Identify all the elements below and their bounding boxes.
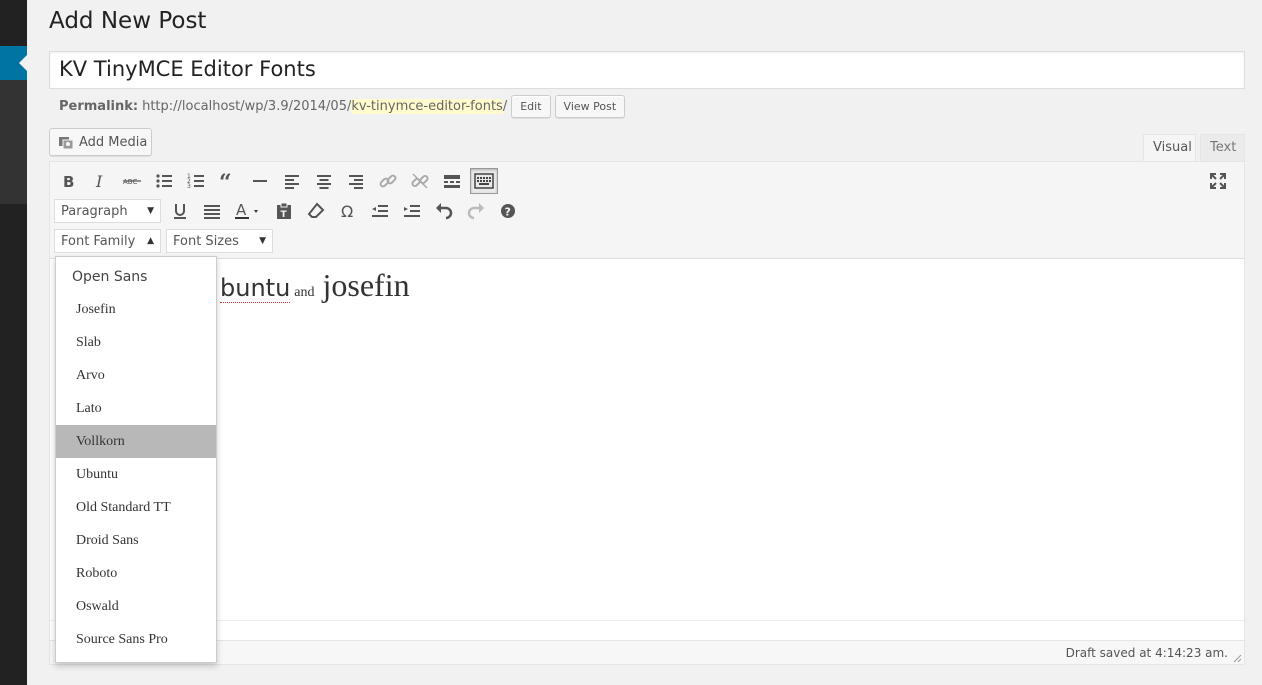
underline-icon[interactable] [166,198,194,224]
font-sizes-label: Font Sizes [173,233,239,249]
tab-text[interactable]: Text [1200,134,1245,162]
help-icon[interactable]: ? [494,198,522,224]
numbered-list-icon[interactable]: 123 [182,168,210,194]
unlink-icon[interactable] [406,168,434,194]
admin-menu-current-item[interactable] [0,46,27,80]
permalink-suffix: / [502,98,508,114]
content-word-ubuntu: buntu [220,274,291,303]
svg-text:“: “ [219,171,232,191]
align-left-icon[interactable] [278,168,306,194]
view-post-button[interactable]: View Post [554,94,626,118]
toolbar-row-1: B I ABC 123 “ [54,167,502,195]
special-char-icon[interactable]: Ω [334,198,362,224]
bullet-list-icon[interactable] [150,168,178,194]
font-option[interactable]: Slab [56,326,216,359]
permalink-label: Permalink: [59,98,139,114]
font-option[interactable]: Droid Sans [56,524,216,557]
font-option[interactable]: Josefin [56,293,216,326]
format-select-value: Paragraph [61,203,128,219]
add-media-label: Add Media [79,134,148,150]
permalink-slug[interactable]: kv-tinymce-editor-fonts [351,98,503,114]
toolbar-toggle-icon[interactable] [470,168,498,194]
media-icon [58,134,74,150]
svg-text:T: T [281,210,288,220]
chevron-up-icon: ▲ [147,236,154,246]
svg-text:I: I [95,172,103,191]
link-icon[interactable] [374,168,402,194]
editor-toolbar: B I ABC 123 “ Paragraph ▼ A T Ω ? Font F… [50,162,1244,259]
text-color-icon[interactable]: A [230,198,266,224]
post-editor: B I ABC 123 “ Paragraph ▼ A T Ω ? Font F… [49,161,1245,665]
fullscreen-icon[interactable] [1204,168,1232,194]
svg-text:Ω: Ω [341,202,353,221]
align-center-icon[interactable] [310,168,338,194]
draft-saved-status: Draft saved at 4:14:23 am. [1065,645,1228,660]
font-option[interactable]: Arvo [56,359,216,392]
outdent-icon[interactable] [366,198,394,224]
redo-icon[interactable] [462,198,490,224]
font-option[interactable]: Source Sans Pro [56,623,216,656]
font-option[interactable]: Old Standard TT [56,491,216,524]
chevron-down-icon: ▼ [147,206,154,216]
svg-text:B: B [63,173,74,191]
add-media-button[interactable]: Add Media [49,128,152,156]
content-word-and: and [294,285,315,300]
bold-icon[interactable]: B [54,168,82,194]
toolbar-row-3: Font Family ▲ Font Sizes ▼ [54,227,278,255]
font-option[interactable]: Ubuntu [56,458,216,491]
font-option-list: Josefin Slab Arvo Lato Vollkorn Ubuntu O… [56,293,216,656]
read-more-icon[interactable] [438,168,466,194]
editor-path-bar [50,620,1244,640]
undo-icon[interactable] [430,198,458,224]
font-option-highlighted[interactable]: Vollkorn [56,425,216,458]
tab-visual[interactable]: Visual [1143,134,1196,162]
paste-text-icon[interactable]: T [270,198,298,224]
svg-text:ABC: ABC [123,178,137,186]
font-family-label: Font Family [61,233,136,249]
svg-text:3: 3 [187,183,191,190]
clear-format-icon[interactable] [302,198,330,224]
admin-submenu [0,80,27,204]
editor-content[interactable]: buntu and josefin [50,259,1244,619]
justify-icon[interactable] [198,198,226,224]
edit-permalink-button[interactable]: Edit [511,94,551,118]
permalink-base: http://localhost/wp/3.9/2014/05/ [142,98,352,114]
font-option-open-sans[interactable]: Open Sans [56,265,216,289]
page-title: Add New Post [49,8,207,34]
italic-icon[interactable]: I [86,168,114,194]
font-sizes-select[interactable]: Font Sizes ▼ [166,229,273,253]
blockquote-icon[interactable]: “ [214,168,242,194]
font-option[interactable]: Roboto [56,557,216,590]
content-word-josefin: josefin [322,267,410,303]
svg-text:?: ? [505,206,511,219]
admin-sidebar [0,0,27,685]
toolbar-row-2: Paragraph ▼ A T Ω ? [54,197,526,225]
editor-status-bar: Draft saved at 4:14:23 am. [50,640,1244,664]
align-right-icon[interactable] [342,168,370,194]
chevron-down-icon: ▼ [259,236,266,246]
horizontal-rule-icon[interactable] [246,168,274,194]
format-select[interactable]: Paragraph ▼ [54,199,161,223]
font-option[interactable]: Oswald [56,590,216,623]
indent-icon[interactable] [398,198,426,224]
font-family-select[interactable]: Font Family ▲ [54,229,161,253]
resize-handle-icon[interactable] [1232,652,1242,663]
font-family-dropdown: Open Sans Josefin Slab Arvo Lato Vollkor… [55,256,217,663]
permalink-row: Permalink: http://localhost/wp/3.9/2014/… [59,94,626,118]
font-option[interactable]: Lato [56,392,216,425]
svg-text:A: A [236,201,247,219]
post-title-input[interactable]: KV TinyMCE Editor Fonts [49,51,1245,89]
strikethrough-icon[interactable]: ABC [118,168,146,194]
